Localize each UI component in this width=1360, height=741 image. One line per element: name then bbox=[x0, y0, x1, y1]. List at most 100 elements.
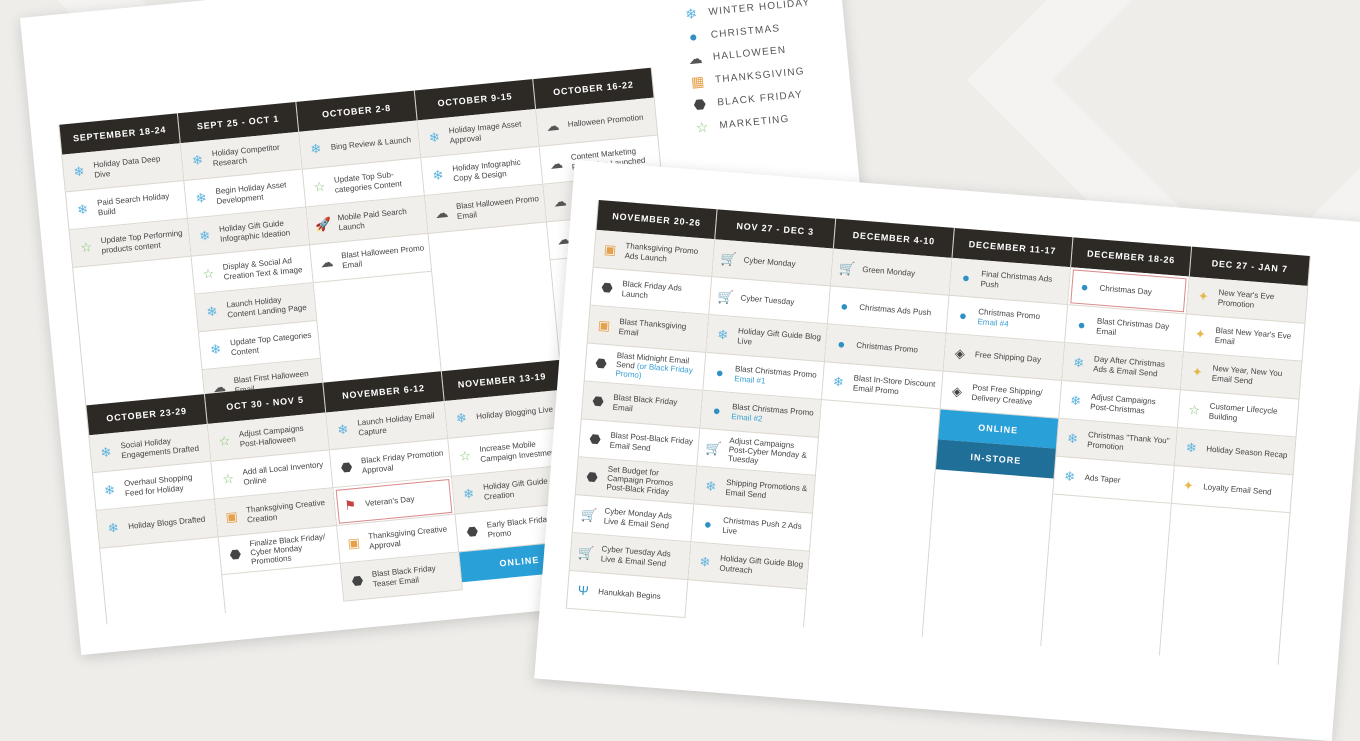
task-label: Day After Christmas Ads & Email Send bbox=[1093, 355, 1178, 380]
tag-icon: ⬣ bbox=[229, 546, 242, 563]
snowflake-icon: ❄ bbox=[209, 341, 222, 358]
ghost-icon: ☁ bbox=[319, 254, 335, 271]
task-label: Adjust Campaigns Post-Christmas bbox=[1090, 393, 1175, 418]
ornament-icon: ● bbox=[715, 364, 725, 381]
task-label: Free Shipping Day bbox=[975, 350, 1042, 364]
ghost-icon: ☁ bbox=[687, 49, 705, 68]
task-title: Adjust Campaigns Post-Christmas bbox=[1089, 392, 1157, 415]
task-label: Holiday Infographic Copy & Design bbox=[452, 157, 537, 183]
tag-icon: ⬣ bbox=[588, 431, 602, 447]
task-title: Mobile Paid Search Launch bbox=[337, 207, 408, 232]
task-title: Thanksgiving Creative Approval bbox=[367, 524, 448, 551]
task-label: Blast Thanksgiving Email bbox=[618, 317, 703, 342]
task-title: Blast Black Friday Email bbox=[612, 393, 678, 413]
party-icon: ✦ bbox=[1197, 288, 1210, 305]
task-label: Paid Search Holiday Build bbox=[97, 191, 182, 217]
task-title: Blast Christmas Day Email bbox=[1095, 316, 1170, 337]
ghost-icon: ☁ bbox=[545, 117, 560, 135]
task-label: Holiday Gift Guide Blog Live bbox=[737, 327, 822, 352]
week-column: OCTOBER 23-29 ❄ Social Holiday Engagements… bbox=[85, 394, 226, 625]
task-title: Blast In-Store Discount Email Promo bbox=[852, 373, 936, 396]
task-title: Cyber Tuesday Ads Live & Email Send bbox=[600, 544, 672, 568]
task-title: Update Top Performing products content bbox=[100, 228, 183, 255]
gift-icon: ▣ bbox=[597, 317, 611, 334]
gift-icon: ▣ bbox=[603, 241, 617, 258]
task-title: Veteran's Day bbox=[364, 494, 415, 509]
task-title: Hanukkah Begins bbox=[597, 587, 662, 601]
party-icon: ✦ bbox=[1191, 364, 1204, 380]
task-title: Holiday Competitor Research bbox=[211, 143, 281, 168]
task-title: Thanksgiving Creative Creation bbox=[245, 498, 326, 525]
snowflake-icon: ❄ bbox=[198, 227, 211, 244]
task-subtitle: Email #1 bbox=[734, 373, 766, 386]
legend-label: THANKSGIVING bbox=[714, 66, 806, 86]
task-label: Update Top Performing products content bbox=[100, 229, 185, 255]
task-title: Update Top Sub-categories Content bbox=[333, 170, 403, 195]
task-title: Blast Thanksgiving Email bbox=[618, 317, 687, 338]
task-title: Launch Holiday Email Capture bbox=[356, 411, 435, 437]
ornament-icon: ● bbox=[836, 336, 846, 352]
ornament-icon: ● bbox=[703, 516, 713, 532]
task-label: Shipping Promotions & Email Send bbox=[725, 478, 810, 503]
task-title: Social Holiday Engagements Drafted bbox=[120, 436, 200, 460]
calendar-task[interactable]: ✦ Loyalty Email Send bbox=[1171, 466, 1293, 514]
snowflake-icon: ❄ bbox=[205, 303, 219, 320]
task-label: Christmas Promo Email #4 bbox=[977, 307, 1062, 332]
snowflake-icon: ❄ bbox=[1063, 468, 1076, 485]
task-title: Christmas Promo bbox=[855, 340, 919, 355]
snowflake-icon: ❄ bbox=[1185, 439, 1198, 456]
task-title: Blast Halloween Promo Email bbox=[340, 243, 425, 270]
ornament-icon: ● bbox=[1080, 279, 1090, 295]
task-subtitle: Email #4 bbox=[977, 316, 1009, 329]
task-title: Holiday Gift Guide Infographic Ideation bbox=[218, 218, 291, 244]
task-label: Black Friday Ads Launch bbox=[621, 279, 706, 304]
cart-icon: 🛒 bbox=[717, 288, 735, 305]
star-icon: ☆ bbox=[217, 432, 231, 449]
task-title: Black Friday Ads Launch bbox=[621, 279, 683, 300]
task-label: Holiday Blogging Live bbox=[476, 405, 553, 422]
cart-icon: 🛒 bbox=[580, 506, 598, 523]
task-title: Blast Black Friday Teaser Email bbox=[371, 564, 437, 589]
task-label: Display & Social Ad Creation Text & Imag… bbox=[222, 255, 307, 281]
task-title: Holiday Image Asset Approval bbox=[448, 119, 522, 145]
task-label: Bing Review & Launch bbox=[330, 135, 411, 152]
week-column: NOVEMBER 6-12 ❄ Launch Holiday Email Captu… bbox=[323, 371, 463, 602]
calendar-grid-bottom: OCTOBER 23-29 ❄ Social Holiday Engagements… bbox=[85, 359, 582, 625]
task-label: Halloween Promotion bbox=[567, 113, 644, 129]
calendar-task[interactable]: ❄ Ads Taper bbox=[1053, 456, 1174, 504]
calendar-task[interactable]: ❄ Holiday Gift Guide Blog Outreach bbox=[688, 542, 809, 590]
calendar-task[interactable]: Ψ Hanukkah Begins bbox=[566, 570, 688, 618]
task-label: New Year's Eve Promotion bbox=[1217, 288, 1302, 313]
task-label: Blast Halloween Promo Email bbox=[456, 194, 541, 220]
task-title: New Year's Eve Promotion bbox=[1217, 288, 1275, 310]
task-title: Add all Local Inventory Online bbox=[242, 460, 324, 487]
task-label: Blast Christmas Promo Email #2 bbox=[731, 402, 816, 427]
menorah-icon: Ψ bbox=[577, 582, 590, 599]
ornament-icon: ● bbox=[839, 298, 849, 314]
task-label: Launch Holiday Content Landing Page bbox=[226, 293, 311, 319]
task-title: Thanksgiving Promo Ads Launch bbox=[624, 241, 699, 263]
snowflake-icon: ❄ bbox=[99, 444, 113, 461]
cart-icon: 🛒 bbox=[720, 250, 738, 267]
gift-icon: ▣ bbox=[224, 508, 239, 525]
calendar-task[interactable]: ❄ Blast In-Store Discount Email Promo bbox=[821, 362, 943, 410]
task-label: Add all Local Inventory Online bbox=[242, 460, 327, 486]
ornament-icon: ● bbox=[1077, 316, 1087, 333]
task-label: Adjust Campaigns Post-Cyber Monday & Tue… bbox=[728, 436, 814, 470]
tag-icon: ⬣ bbox=[594, 355, 608, 372]
task-label: Mobile Paid Search Launch bbox=[337, 206, 422, 232]
task-title: Ads Taper bbox=[1084, 472, 1121, 485]
task-label: Holiday Blogs Drafted bbox=[128, 514, 206, 531]
tag-icon: ⬣ bbox=[585, 468, 599, 485]
ghost-icon: ☁ bbox=[434, 204, 449, 222]
task-label: Blast Black Friday Email bbox=[612, 393, 697, 418]
task-label: Final Christmas Ads Push bbox=[980, 270, 1065, 295]
task-title: Post Free Shipping/ Delivery Creative bbox=[971, 383, 1043, 407]
task-label: Christmas Day bbox=[1099, 283, 1152, 296]
task-label: Update Top Categories Content bbox=[230, 331, 315, 357]
task-title: Bing Review & Launch bbox=[330, 135, 412, 152]
task-label: Green Monday bbox=[862, 265, 915, 278]
tag-icon: ⬣ bbox=[340, 459, 353, 476]
task-title: Paid Search Holiday Build bbox=[96, 191, 170, 217]
task-title: Begin Holiday Asset Development bbox=[215, 180, 287, 206]
